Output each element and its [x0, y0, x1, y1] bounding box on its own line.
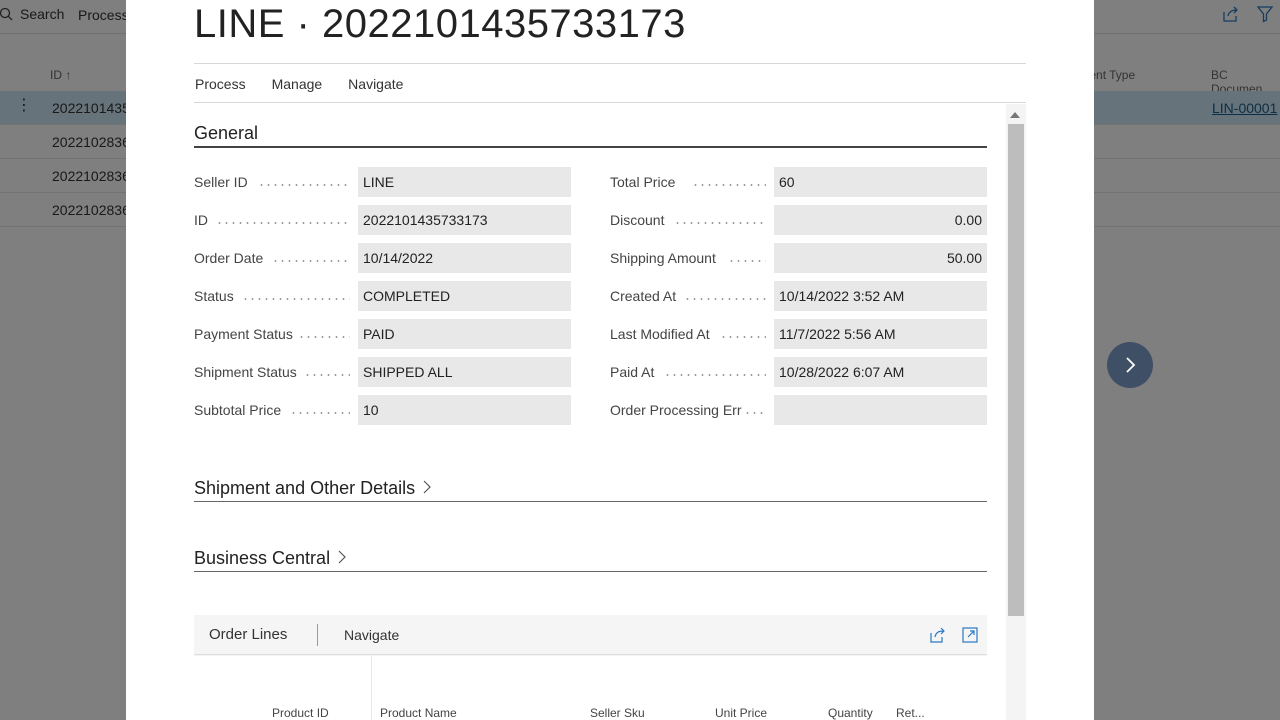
- order-lines-separator: [317, 624, 318, 646]
- field-dots: [664, 374, 766, 376]
- field-value[interactable]: 0.00: [774, 205, 987, 235]
- field-shipping-amount: Shipping Amount 50.00: [610, 243, 987, 273]
- field-value[interactable]: 50.00: [774, 243, 987, 273]
- section-business-central-title[interactable]: Business Central: [194, 548, 346, 569]
- field-status: Status COMPLETED: [194, 281, 571, 311]
- section-general-divider: [194, 146, 987, 148]
- field-value[interactable]: LINE: [358, 167, 571, 197]
- field-paid-at: Paid At 10/28/2022 6:07 AM: [610, 357, 987, 387]
- field-order-date: Order Date 10/14/2022: [194, 243, 571, 273]
- action-navigate[interactable]: Navigate: [348, 76, 403, 92]
- field-value[interactable]: [774, 395, 987, 425]
- field-dots: [258, 184, 350, 186]
- column-quantity[interactable]: Quantity: [828, 706, 873, 720]
- order-lines-header: Order Lines Navigate: [194, 615, 987, 655]
- field-dots: [720, 336, 766, 338]
- field-label: Shipping Amount: [610, 250, 716, 266]
- field-label: ID: [194, 212, 208, 228]
- field-label: Paid At: [610, 364, 655, 380]
- action-process[interactable]: Process: [195, 76, 246, 92]
- column-return[interactable]: Ret...: [896, 706, 925, 720]
- chevron-right-icon: [423, 480, 431, 494]
- order-lines-navigate[interactable]: Navigate: [344, 627, 399, 643]
- section-business-central-label: Business Central: [194, 548, 331, 568]
- field-value[interactable]: 10/14/2022 3:52 AM: [774, 281, 987, 311]
- field-shipment-status: Shipment Status SHIPPED ALL: [194, 357, 571, 387]
- field-label: Discount: [610, 212, 665, 228]
- field-label: Seller ID: [194, 174, 248, 190]
- record-card-dialog: LINE · 2022101435733173 Process Manage N…: [126, 0, 1094, 720]
- field-value[interactable]: 60: [774, 167, 987, 197]
- field-dots: [728, 260, 766, 262]
- field-label: Total Price: [610, 174, 676, 190]
- field-payment-status: Payment Status PAID: [194, 319, 571, 349]
- section-shipment-title[interactable]: Shipment and Other Details: [194, 478, 431, 499]
- action-bar-divider: [194, 102, 1026, 103]
- field-seller-id: Seller ID LINE: [194, 167, 571, 197]
- field-value[interactable]: SHIPPED ALL: [358, 357, 571, 387]
- field-dots: [304, 374, 350, 376]
- field-value[interactable]: 11/7/2022 5:56 AM: [774, 319, 987, 349]
- order-lines-part: Order Lines Navigate Product ID Product …: [194, 615, 987, 720]
- field-value[interactable]: 2022101435733173: [358, 205, 571, 235]
- page-title: LINE · 2022101435733173: [194, 2, 686, 46]
- scrollbar-thumb[interactable]: [1008, 124, 1024, 616]
- field-label: Order Processing Err: [610, 402, 742, 418]
- field-value[interactable]: COMPLETED: [358, 281, 571, 311]
- section-business-central-divider: [194, 571, 987, 572]
- field-value[interactable]: PAID: [358, 319, 571, 349]
- expand-icon[interactable]: [962, 627, 978, 643]
- scroll-up-icon[interactable]: [1010, 112, 1020, 118]
- card-content: General Seller ID LINE ID 20221014357331…: [194, 104, 1026, 720]
- field-total-price: Total Price 60: [610, 167, 987, 197]
- field-label: Status: [194, 288, 234, 304]
- vertical-scrollbar[interactable]: [1006, 104, 1026, 720]
- field-label: Last Modified At: [610, 326, 710, 342]
- field-dots: [674, 222, 766, 224]
- order-lines-title[interactable]: Order Lines: [209, 626, 287, 643]
- order-lines-grid: Product ID Product Name Seller Sku Unit …: [194, 656, 987, 720]
- column-seller-sku[interactable]: Seller Sku: [590, 706, 645, 720]
- field-dots: [684, 298, 766, 300]
- next-record-button[interactable]: [1107, 342, 1153, 388]
- column-product-name[interactable]: Product Name: [380, 706, 457, 720]
- field-dots: [298, 336, 350, 338]
- share-icon[interactable]: [930, 627, 946, 643]
- field-dots: [216, 222, 350, 224]
- field-dots: [692, 184, 766, 186]
- field-order-processing-error: Order Processing Err: [610, 395, 987, 425]
- chevron-right-icon: [1126, 357, 1136, 373]
- field-value[interactable]: 10/28/2022 6:07 AM: [774, 357, 987, 387]
- field-label: Created At: [610, 288, 677, 304]
- field-label: Shipment Status: [194, 364, 297, 380]
- field-dots: [290, 412, 350, 414]
- column-product-id[interactable]: Product ID: [272, 706, 329, 720]
- field-label: Payment Status: [194, 326, 293, 342]
- section-shipment-divider: [194, 501, 987, 502]
- field-id: ID 2022101435733173: [194, 205, 571, 235]
- field-created-at: Created At 10/14/2022 3:52 AM: [610, 281, 987, 311]
- title-divider: [194, 63, 1026, 64]
- field-dots: [272, 260, 350, 262]
- column-divider: [371, 656, 372, 720]
- field-dots: [744, 412, 766, 414]
- field-last-modified-at: Last Modified At 11/7/2022 5:56 AM: [610, 319, 987, 349]
- section-general-title[interactable]: General: [194, 123, 258, 144]
- field-value[interactable]: 10: [358, 395, 571, 425]
- field-value[interactable]: 10/14/2022: [358, 243, 571, 273]
- column-unit-price[interactable]: Unit Price: [715, 706, 767, 720]
- action-bar: Process Manage Navigate: [195, 76, 403, 92]
- field-subtotal-price: Subtotal Price 10: [194, 395, 571, 425]
- field-discount: Discount 0.00: [610, 205, 987, 235]
- action-manage[interactable]: Manage: [272, 76, 323, 92]
- field-label: Order Date: [194, 250, 264, 266]
- field-dots: [242, 298, 350, 300]
- field-label: Subtotal Price: [194, 402, 282, 418]
- chevron-right-icon: [338, 550, 346, 564]
- section-shipment-label: Shipment and Other Details: [194, 478, 416, 498]
